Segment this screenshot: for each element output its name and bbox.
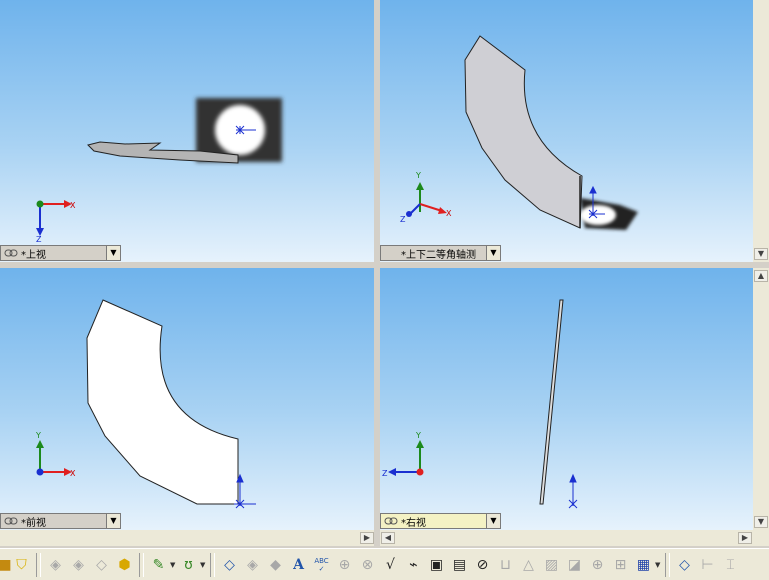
part-face (86, 299, 239, 505)
part-face (464, 35, 583, 229)
dimension-icon[interactable]: ⌶ (719, 553, 742, 576)
chevron-down-icon[interactable]: ▼ (170, 561, 177, 569)
view-selector-right[interactable]: *右视 ▼ (380, 513, 501, 529)
viewport-right-scene: Y Z (382, 299, 578, 509)
viewport-right-bar: *右视 ▼ (380, 512, 501, 530)
bom-icon[interactable]: ◇ (673, 553, 696, 576)
part-edge (539, 299, 564, 505)
chevron-down-icon[interactable]: ▼ (106, 246, 120, 260)
zoom-icon[interactable]: ⊕ (333, 553, 356, 576)
hatch-icon[interactable]: ▨ (540, 553, 563, 576)
block-icon[interactable]: ◪ (563, 553, 586, 576)
smart-tool-icon[interactable]: ✎ (147, 553, 170, 576)
viewport-top-bar: *上视 ▼ (0, 244, 121, 262)
link-icon (384, 517, 398, 525)
cube-icon[interactable]: ⬢ (113, 553, 136, 576)
link-icon (4, 249, 18, 257)
scroll-down-icon[interactable]: ▼ (754, 516, 768, 528)
sheet-metal-3-icon[interactable]: ◇ (90, 553, 113, 576)
link-icon (4, 517, 18, 525)
axis-triad (406, 182, 447, 217)
toolbar-separator (665, 552, 670, 577)
sheet-metal-2-icon[interactable]: ◈ (67, 553, 90, 576)
horizontal-scrollbar[interactable]: ▶ (0, 530, 374, 546)
text-icon[interactable]: A (287, 553, 310, 576)
horizontal-splitter[interactable] (0, 262, 769, 268)
balloon-icon[interactable]: ◆ (264, 553, 287, 576)
viewport-isometric[interactable]: Y X Z *上下二等角轴测 ▼ (380, 0, 753, 262)
surface-finish-icon[interactable]: √ (379, 553, 402, 576)
toolbar-separator (139, 552, 144, 577)
bottom-toolbar: ■ ⛉ ◈ ◈ ◇ ⬢ ✎ ▼ ʊ ▼ ◇ ◈ ◆ A ABC ✓ ⊕ ⊗ √ ⌁… (0, 548, 769, 580)
scroll-right-icon[interactable]: ▶ (360, 532, 374, 544)
dowel-icon[interactable]: ⊞ (609, 553, 632, 576)
axis-triad (36, 200, 72, 236)
origin-marker (568, 473, 578, 509)
smart-dimension-icon[interactable]: ◇ (218, 553, 241, 576)
axis-x-label: X (70, 469, 76, 478)
center-mark-icon[interactable]: △ (517, 553, 540, 576)
sheet-metal-icon[interactable]: ◈ (44, 553, 67, 576)
datum-icon[interactable]: ▣ (425, 553, 448, 576)
viewport-front-bar: *前视 ▼ (0, 512, 121, 530)
viewport-front[interactable]: Y X *前视 ▼ (0, 268, 374, 530)
scroll-up-icon[interactable]: ▲ (754, 270, 768, 282)
axis-z-label: Z (36, 235, 42, 244)
hole-callout-icon[interactable]: ⊔ (494, 553, 517, 576)
view-selector-label: *上视 (21, 249, 46, 261)
datum-target-icon[interactable]: ⊘ (471, 553, 494, 576)
axis-z-label: Z (382, 469, 388, 478)
magnify-icon[interactable]: ⊗ (356, 553, 379, 576)
axis-x-label: X (70, 201, 76, 210)
axis-y-label: Y (35, 431, 41, 440)
toolbar-separator (210, 552, 215, 577)
viewport-top-scene: X Z (36, 98, 282, 244)
shirt-icon[interactable]: ⛉ (10, 553, 33, 576)
axis-x-label: X (446, 209, 452, 218)
vertical-scrollbar[interactable]: ▲ ▼ (753, 268, 769, 530)
viewport-right[interactable]: Y Z *右视 ▼ (380, 268, 753, 530)
revision-icon[interactable]: ⊢ (696, 553, 719, 576)
chevron-down-icon[interactable]: ▼ (486, 514, 500, 528)
viewport-isometric-bar: *上下二等角轴测 ▼ (380, 244, 501, 262)
chevron-down-icon[interactable]: ▼ (200, 561, 207, 569)
weld-icon[interactable]: ⌁ (402, 553, 425, 576)
geometric-tolerance-icon[interactable]: ▤ (448, 553, 471, 576)
table-icon[interactable]: ▦ (632, 553, 655, 576)
viewport-front-scene: Y X (35, 299, 256, 509)
axis-y-label: Y (415, 171, 421, 180)
spell-check-icon[interactable]: ABC ✓ (310, 553, 333, 576)
vertical-splitter[interactable] (374, 0, 380, 548)
curve-icon[interactable]: ʊ (177, 553, 200, 576)
viewport-isometric-scene: Y X Z (400, 35, 638, 230)
horizontal-scrollbar[interactable]: ◀ ▶ (380, 530, 769, 546)
viewport-top[interactable]: X Z *上视 ▼ (0, 0, 374, 262)
view-selector-front[interactable]: *前视 ▼ (0, 513, 121, 529)
view-selector-isometric[interactable]: *上下二等角轴测 ▼ (380, 245, 501, 261)
vertical-scrollbar[interactable]: ▼ (753, 0, 769, 262)
chevron-down-icon[interactable]: ▼ (486, 246, 500, 260)
note-icon[interactable]: ◈ (241, 553, 264, 576)
view-selector-label: *右视 (401, 517, 426, 529)
centerline-icon[interactable]: ⊕ (586, 553, 609, 576)
chevron-down-icon[interactable]: ▼ (655, 561, 662, 569)
toolbar-separator (36, 552, 41, 577)
view-selector-label: *上下二等角轴测 (401, 249, 476, 261)
view-selector-label: *前视 (21, 517, 46, 529)
axis-triad (36, 440, 72, 476)
box-icon[interactable]: ■ (0, 553, 12, 576)
axis-z-label: Z (400, 215, 406, 224)
scroll-right-icon[interactable]: ▶ (738, 532, 752, 544)
axis-triad (388, 440, 424, 476)
view-selector-top[interactable]: *上视 ▼ (0, 245, 121, 261)
scroll-left-icon[interactable]: ◀ (381, 532, 395, 544)
scroll-down-icon[interactable]: ▼ (754, 248, 768, 260)
axis-y-label: Y (415, 431, 421, 440)
chevron-down-icon[interactable]: ▼ (106, 514, 120, 528)
